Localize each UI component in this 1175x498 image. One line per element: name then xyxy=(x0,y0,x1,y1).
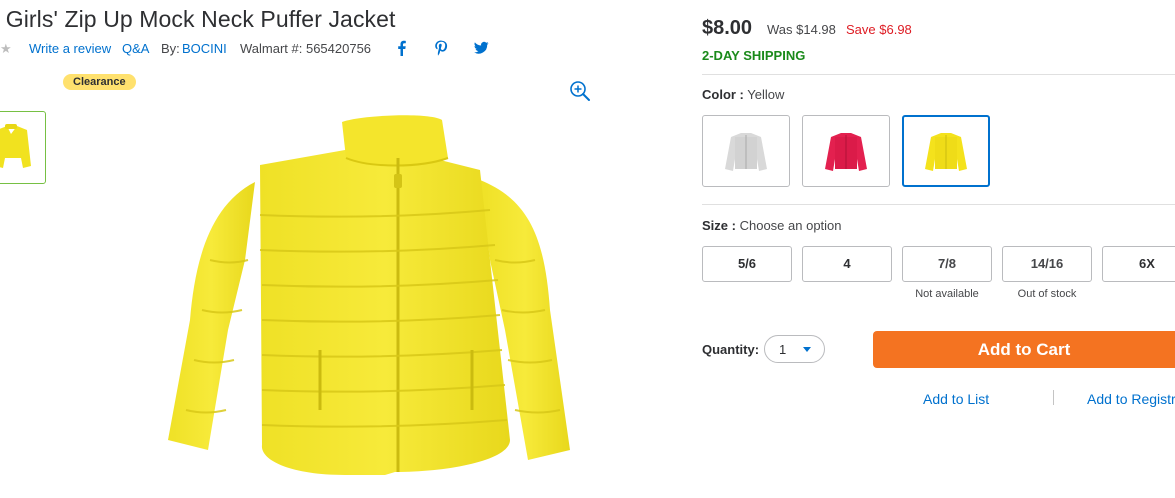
size-option-14-16[interactable]: 14/16 xyxy=(1002,246,1092,282)
color-label: Color : xyxy=(702,87,744,102)
size-note-not-available: Not available xyxy=(915,288,979,300)
color-swatch-yellow[interactable] xyxy=(902,115,990,187)
by-label: By: xyxy=(161,41,180,56)
qa-link[interactable]: Q&A xyxy=(122,40,149,58)
chevron-down-icon xyxy=(803,347,811,352)
savings-amount: Save $6.98 xyxy=(846,22,912,37)
size-option-5-6[interactable]: 5/6 xyxy=(702,246,792,282)
divider xyxy=(702,204,1175,205)
product-title: i Girls' Zip Up Mock Neck Puffer Jacket xyxy=(0,6,396,32)
color-label-row: Color : Yellow xyxy=(702,87,784,102)
twitter-icon[interactable] xyxy=(472,39,490,57)
add-to-registry-link[interactable]: Add to Registry xyxy=(1087,391,1175,407)
divider xyxy=(702,74,1175,75)
pinterest-icon[interactable] xyxy=(432,39,450,57)
size-note-out-of-stock: Out of stock xyxy=(1017,288,1077,300)
size-prompt: Choose an option xyxy=(739,218,842,233)
walmart-number: Walmart #: 565420756 xyxy=(240,41,372,56)
clearance-badge: Clearance xyxy=(63,74,136,90)
was-price: Was $14.98 xyxy=(767,22,836,37)
product-main-image[interactable] xyxy=(150,110,590,480)
size-label: Size : xyxy=(702,218,736,233)
size-option-6x[interactable]: 6X xyxy=(1102,246,1175,282)
product-thumbnail[interactable] xyxy=(0,111,46,184)
write-review-link[interactable]: Write a review xyxy=(29,40,111,58)
shipping-badge: 2-DAY SHIPPING xyxy=(702,48,806,63)
rating-star-icon[interactable]: ★ xyxy=(0,40,12,58)
color-swatch-pink[interactable] xyxy=(802,115,890,187)
link-separator xyxy=(1053,390,1054,405)
color-swatch-gray[interactable] xyxy=(702,115,790,187)
size-option-7-8[interactable]: 7/8 xyxy=(902,246,992,282)
size-option-4[interactable]: 4 xyxy=(802,246,892,282)
quantity-value: 1 xyxy=(779,342,787,357)
zoom-in-icon[interactable] xyxy=(569,80,591,102)
brand-link[interactable]: BOCINI xyxy=(182,40,227,58)
facebook-icon[interactable] xyxy=(393,39,411,57)
add-to-cart-button[interactable]: Add to Cart xyxy=(873,331,1175,368)
current-price: $8.00 xyxy=(702,17,753,39)
add-to-list-link[interactable]: Add to List xyxy=(923,391,989,407)
size-label-row: Size : Choose an option xyxy=(702,218,842,233)
quantity-label: Quantity: xyxy=(702,342,760,357)
color-selected-value: Yellow xyxy=(747,87,785,102)
quantity-select[interactable]: 1 xyxy=(764,335,825,363)
